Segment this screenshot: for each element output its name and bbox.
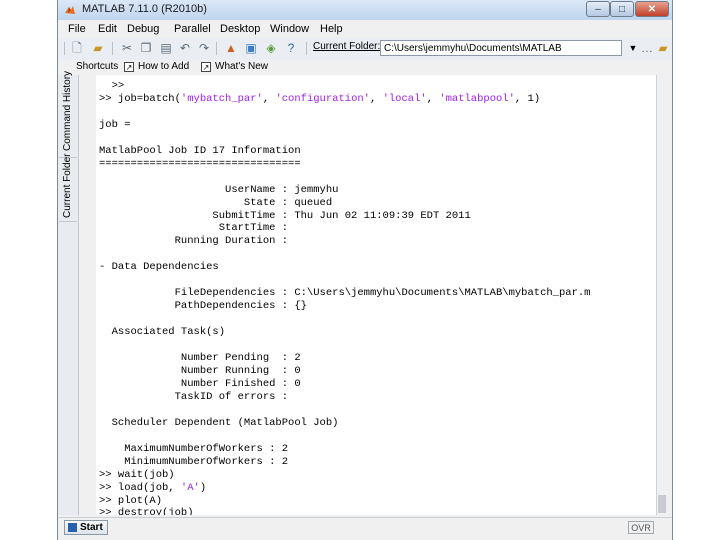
toolbar-separator — [112, 42, 113, 55]
menu-edit[interactable]: Edit — [98, 23, 117, 35]
command-line: PathDependencies : {} — [99, 300, 307, 313]
toolbar-separator — [306, 42, 307, 55]
command-window-output: >> >> job=batch('mybatch_par', 'configura… — [99, 80, 590, 515]
redo-icon[interactable]: ↷ — [197, 41, 211, 55]
browse-button-icon[interactable]: … — [640, 41, 654, 55]
current-folder-label: Current Folder: — [313, 41, 381, 52]
menu-desktop[interactable]: Desktop — [220, 23, 260, 35]
toolbar-separator — [64, 42, 65, 55]
command-window[interactable]: >> >> job=batch('mybatch_par', 'configura… — [96, 75, 656, 515]
command-line: MatlabPool Job ID 17 Information — [99, 144, 301, 157]
command-line: State : queued — [99, 196, 333, 209]
paste-icon[interactable]: ▤ — [159, 41, 173, 55]
command-line — [99, 248, 590, 261]
command-line — [99, 339, 590, 352]
tab-current-folder[interactable]: Current Folder — [59, 154, 77, 222]
guide-icon[interactable]: ▣ — [244, 41, 258, 55]
help-icon[interactable]: ? — [284, 41, 298, 55]
shortcut-link-icon: ↗ — [124, 62, 134, 72]
status-bar: Start OVR — [58, 517, 672, 538]
cut-icon[interactable]: ✂ — [120, 41, 134, 55]
folder-up-icon[interactable]: ▰ — [656, 41, 670, 55]
current-folder-input[interactable]: C:\Users\jemmyhu\Documents\MATLAB — [380, 40, 622, 56]
command-window-scrollbar[interactable] — [656, 75, 667, 515]
command-line: >> destroy(job) — [99, 507, 194, 515]
menu-bar: File Edit Debug Parallel Desktop Window … — [58, 20, 672, 38]
command-line: Associated Task(s) — [99, 326, 226, 339]
matlab-logo-icon — [65, 6, 75, 14]
simulink-icon[interactable]: ▲ — [224, 41, 238, 55]
command-line: TaskID of errors : — [99, 390, 289, 403]
command-line: - Data Dependencies — [99, 261, 219, 274]
command-line: MinimumNumberOfWorkers : 2 — [99, 455, 289, 468]
title-bar[interactable]: MATLAB 7.11.0 (R2010b) – □ ✕ — [58, 0, 672, 20]
shortcuts-label[interactable]: Shortcuts — [76, 61, 118, 72]
window-title: MATLAB 7.11.0 (R2010b) — [82, 3, 207, 15]
command-line — [99, 404, 590, 417]
profiler-icon[interactable]: ◈ — [264, 41, 278, 55]
shortcut-link-icon: ↗ — [201, 62, 211, 72]
command-line: >> — [99, 80, 125, 92]
toolbar: 🗋 ▰ ✂ ❐ ▤ ↶ ↷ ▲ ▣ ◈ ? Current Folder: C:… — [58, 38, 672, 61]
command-line: >> job=batch('mybatch_par', 'configurati… — [99, 92, 541, 105]
command-line: Running Duration : — [99, 235, 289, 248]
shortcut-how-to-add[interactable]: How to Add — [138, 61, 189, 72]
copy-icon[interactable]: ❐ — [139, 41, 153, 55]
command-line: FileDependencies : C:\Users\jemmyhu\Docu… — [99, 287, 591, 300]
command-line: job = — [99, 118, 131, 131]
menu-parallel[interactable]: Parallel — [174, 23, 211, 35]
chevron-down-icon[interactable]: ▼ — [626, 41, 640, 55]
menu-window[interactable]: Window — [270, 23, 309, 35]
command-line: Scheduler Dependent (MatlabPool Job) — [99, 416, 339, 429]
close-button[interactable]: ✕ — [635, 1, 669, 17]
start-button-label: Start — [80, 522, 103, 533]
minimize-button[interactable]: – — [586, 1, 610, 17]
command-line: >> load(job, 'A') — [99, 481, 207, 494]
new-file-icon[interactable]: 🗋 — [70, 41, 84, 55]
start-button[interactable]: Start — [64, 520, 108, 535]
shortcuts-bar: Shortcuts ↗ How to Add ↗ What's New — [58, 60, 672, 75]
command-line: >> wait(job) — [99, 468, 175, 481]
command-line: >> plot(A) — [99, 494, 163, 507]
command-line — [99, 313, 590, 326]
matlab-window: MATLAB 7.11.0 (R2010b) – □ ✕ File Edit D… — [57, 0, 673, 540]
command-line — [99, 274, 590, 287]
command-line: SubmitTime : Thu Jun 02 11:09:39 EDT 201… — [99, 209, 471, 222]
scrollbar-thumb[interactable] — [658, 495, 666, 513]
start-icon — [68, 523, 77, 532]
shortcut-whats-new[interactable]: What's New — [215, 61, 268, 72]
menu-help[interactable]: Help — [320, 23, 343, 35]
undo-icon[interactable]: ↶ — [178, 41, 192, 55]
command-line: Number Running : 0 — [99, 364, 301, 377]
menu-debug[interactable]: Debug — [127, 23, 159, 35]
command-line: Number Pending : 2 — [99, 352, 301, 365]
tab-current-folder-label: Current Folder — [62, 153, 73, 218]
command-line — [99, 430, 590, 443]
open-folder-icon[interactable]: ▰ — [91, 41, 105, 55]
command-line: Number Finished : 0 — [99, 377, 301, 390]
overwrite-mode-indicator: OVR — [628, 521, 654, 534]
command-line — [99, 171, 590, 184]
command-line: UserName : jemmyhu — [99, 183, 339, 196]
menu-file[interactable]: File — [68, 23, 86, 35]
command-line: MaximumNumberOfWorkers : 2 — [99, 442, 289, 455]
command-line: StartTime : — [99, 222, 289, 235]
command-line — [99, 132, 590, 145]
sidebar-tabs: Command History Current Folder — [58, 71, 79, 515]
command-line — [99, 106, 590, 119]
command-line: ================================ — [99, 157, 301, 170]
toolbar-separator — [216, 42, 217, 55]
tab-command-history-label: Command History — [62, 70, 73, 151]
maximize-button[interactable]: □ — [610, 1, 634, 17]
tab-command-history[interactable]: Command History — [59, 71, 77, 158]
